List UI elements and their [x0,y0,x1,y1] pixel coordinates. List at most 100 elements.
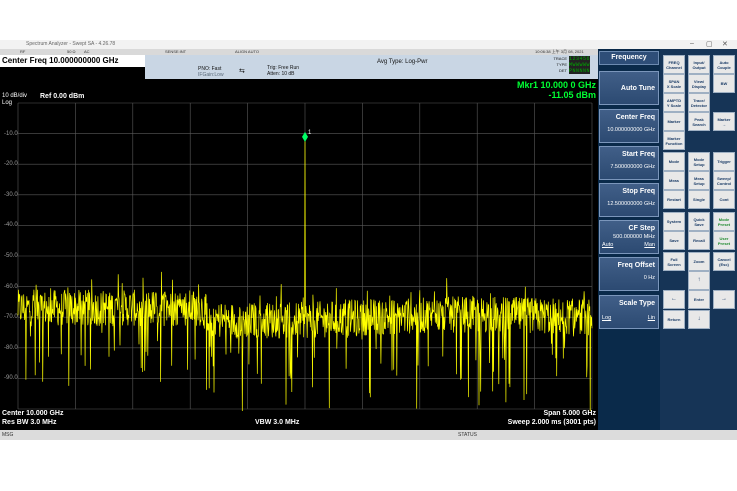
res-bw-label: Res BW 3.0 MHz [2,419,57,426]
align-tab: ALIGN AUTO [235,49,259,54]
softkey-option-left: Auto [602,242,614,248]
center-freq-readout[interactable]: Center Freq 10.000000000 GHz [0,55,145,67]
vbw-label: VBW 3.0 MHz [255,419,300,426]
span-xscale-key[interactable]: SPAN X Scale [663,74,685,93]
scale-per-div: 10 dB/div [2,93,28,99]
hardkey-panel: FREQ Channel Input/ Output Auto Couple SPAN… [660,49,737,430]
marker-amplitude: -11.05 dBm [548,90,596,100]
softkey-value: 10.000000000 GHz [607,127,655,133]
window-titlebar: Spectrum Analyzer - Swept SA - 4.26.78 –… [0,40,737,49]
spectrum-plot[interactable]: 1 [0,101,598,411]
input-output-key[interactable]: Input/ Output [688,55,710,74]
trace-row-labels: TRACE TYPE DET [537,56,567,74]
full-screen-key[interactable]: Full Screen [663,252,685,271]
softkey-label: Scale Type [618,300,655,307]
mode-key[interactable]: Mode [663,152,685,171]
save-key[interactable]: Save [663,231,685,250]
mode-preset-key[interactable]: Mode Preset [713,212,735,231]
restart-key[interactable]: Restart [663,190,685,209]
y-tick-label: -80.0 [4,344,18,351]
trace-row-label: DET [559,68,567,73]
down-key[interactable]: ↓ [688,310,710,329]
window-title: Spectrum Analyzer - Swept SA - 4.26.78 [26,41,116,47]
peak-search-key[interactable]: Peak Search [688,112,710,131]
marker-function-key[interactable]: Marker Function [663,131,685,150]
softkey-center-freq[interactable]: Center Freq 10.000000000 GHz [599,109,659,143]
softkey-stop-freq[interactable]: Stop Freq 12.500000000 GHz [599,183,659,217]
zoom-key[interactable]: Zoom [688,252,710,271]
softkey-start-freq[interactable]: Start Freq 7.500000000 GHz [599,146,659,180]
view-display-key[interactable]: View/ Display [688,74,710,93]
measurement-info-bar: PNO: Fast IFGain:Low ⇆ Trig: Free Run At… [145,55,598,79]
trigger-icon: ⇆ [239,68,245,75]
softkey-options: Log Lin [602,315,655,321]
softkey-label: Stop Freq [622,188,655,195]
y-tick-label: -30.0 [4,191,18,198]
meas-setup-key[interactable]: Meas Setup [688,171,710,190]
bw-key[interactable]: BW [713,74,735,93]
auto-couple-key[interactable]: Auto Couple [713,55,735,74]
y-tick-label: -50.0 [4,253,18,259]
marker-number: 1 [308,130,312,136]
avg-type-label: Avg Type: Log-Pwr [377,59,428,65]
softkey-label: Start Freq [621,151,655,158]
single-key[interactable]: Single [688,190,710,209]
trigger-key[interactable]: Trigger [713,152,735,171]
atten-label: Atten: 10 dB [267,71,295,77]
trace-row-value: PNNNNN [569,68,591,74]
minimize-icon[interactable]: – [690,40,694,47]
softkey-label: Auto Tune [620,85,655,92]
up-key[interactable]: ↑ [688,271,710,290]
analyzer-app: RF 50 Ω AC SENSE:INT ALIGN AUTO 10:06:38… [0,49,737,440]
status-label: STATUS [458,432,477,438]
softkey-panel: Frequency Auto Tune Center Freq 10.0000000… [598,49,660,430]
user-preset-key[interactable]: User Preset [713,231,735,250]
spectrum-display: Mkr1 10.000 0 GHz -11.05 dBm 10 dB/div L… [0,79,598,430]
softkey-value: 0 Hz [643,275,655,281]
softkey-option-left: Log [602,315,612,321]
marker-1[interactable]: 1 [302,130,312,142]
center-label: Center 10.000 GHz [2,410,64,417]
cont-key[interactable]: Cont [713,190,735,209]
marker-arrow-key[interactable]: Marker → [713,112,735,131]
marker-readout: Mkr1 10.000 0 GHz -11.05 dBm [517,80,596,100]
close-icon[interactable]: ✕ [722,40,728,48]
mode-setup-key[interactable]: Mode Setup [688,152,710,171]
marker-frequency: Mkr1 10.000 0 GHz [516,80,596,90]
enter-key[interactable]: Enter [688,290,710,309]
softkey-option-right: Lin [647,315,655,321]
system-key[interactable]: System [663,212,685,231]
meas-key[interactable]: Meas [663,171,685,190]
softkey-auto-tune[interactable]: Auto Tune [599,71,659,105]
impedance-tab: 50 Ω [67,49,76,54]
y-tick-label: -40.0 [4,222,18,229]
maximize-icon[interactable]: ▢ [706,40,713,48]
amptd-yscale-key[interactable]: AMPTD Y Scale [663,93,685,112]
right-key[interactable]: → [713,290,735,309]
sweep-control-key[interactable]: Sweep/ Control [713,171,735,190]
return-key[interactable]: Return [663,310,685,329]
marker-key[interactable]: Marker [663,112,685,131]
coupling-tab: AC [84,49,90,54]
softkey-freq-offset[interactable]: Freq Offset 0 Hz [599,257,659,291]
cancel-esc-key[interactable]: Cancel (Esc) [713,252,735,271]
trace-detector-key[interactable]: Trace/ Detector [688,93,710,112]
freq-channel-key[interactable]: FREQ Channel [663,55,685,74]
y-tick-label: -90.0 [4,375,18,382]
softkey-options: Auto Man [602,242,655,248]
ref-level[interactable]: Ref 0.00 dBm [40,93,84,100]
left-key[interactable]: ← [663,290,685,309]
softkey-option-right: Man [644,242,655,248]
sense-tab: SENSE:INT [165,49,187,54]
if-gain-label: IFGain:Low [198,72,224,78]
softkey-label: Freq Offset [617,262,655,269]
y-tick-label: -10.0 [4,130,18,137]
recall-key[interactable]: Recall [688,231,710,250]
softkey-value: 500.000000 MHz [613,234,655,240]
softkey-scale-type[interactable]: Scale Type Log Lin [599,295,659,329]
softkey-cf-step[interactable]: CF Step 500.000000 MHz Auto Man [599,220,659,254]
span-label: Span 5.000 GHz [543,410,596,417]
status-bar: MSG STATUS [0,430,737,440]
quick-save-key[interactable]: Quick Save [688,212,710,231]
softkey-label: Center Freq [615,114,655,121]
